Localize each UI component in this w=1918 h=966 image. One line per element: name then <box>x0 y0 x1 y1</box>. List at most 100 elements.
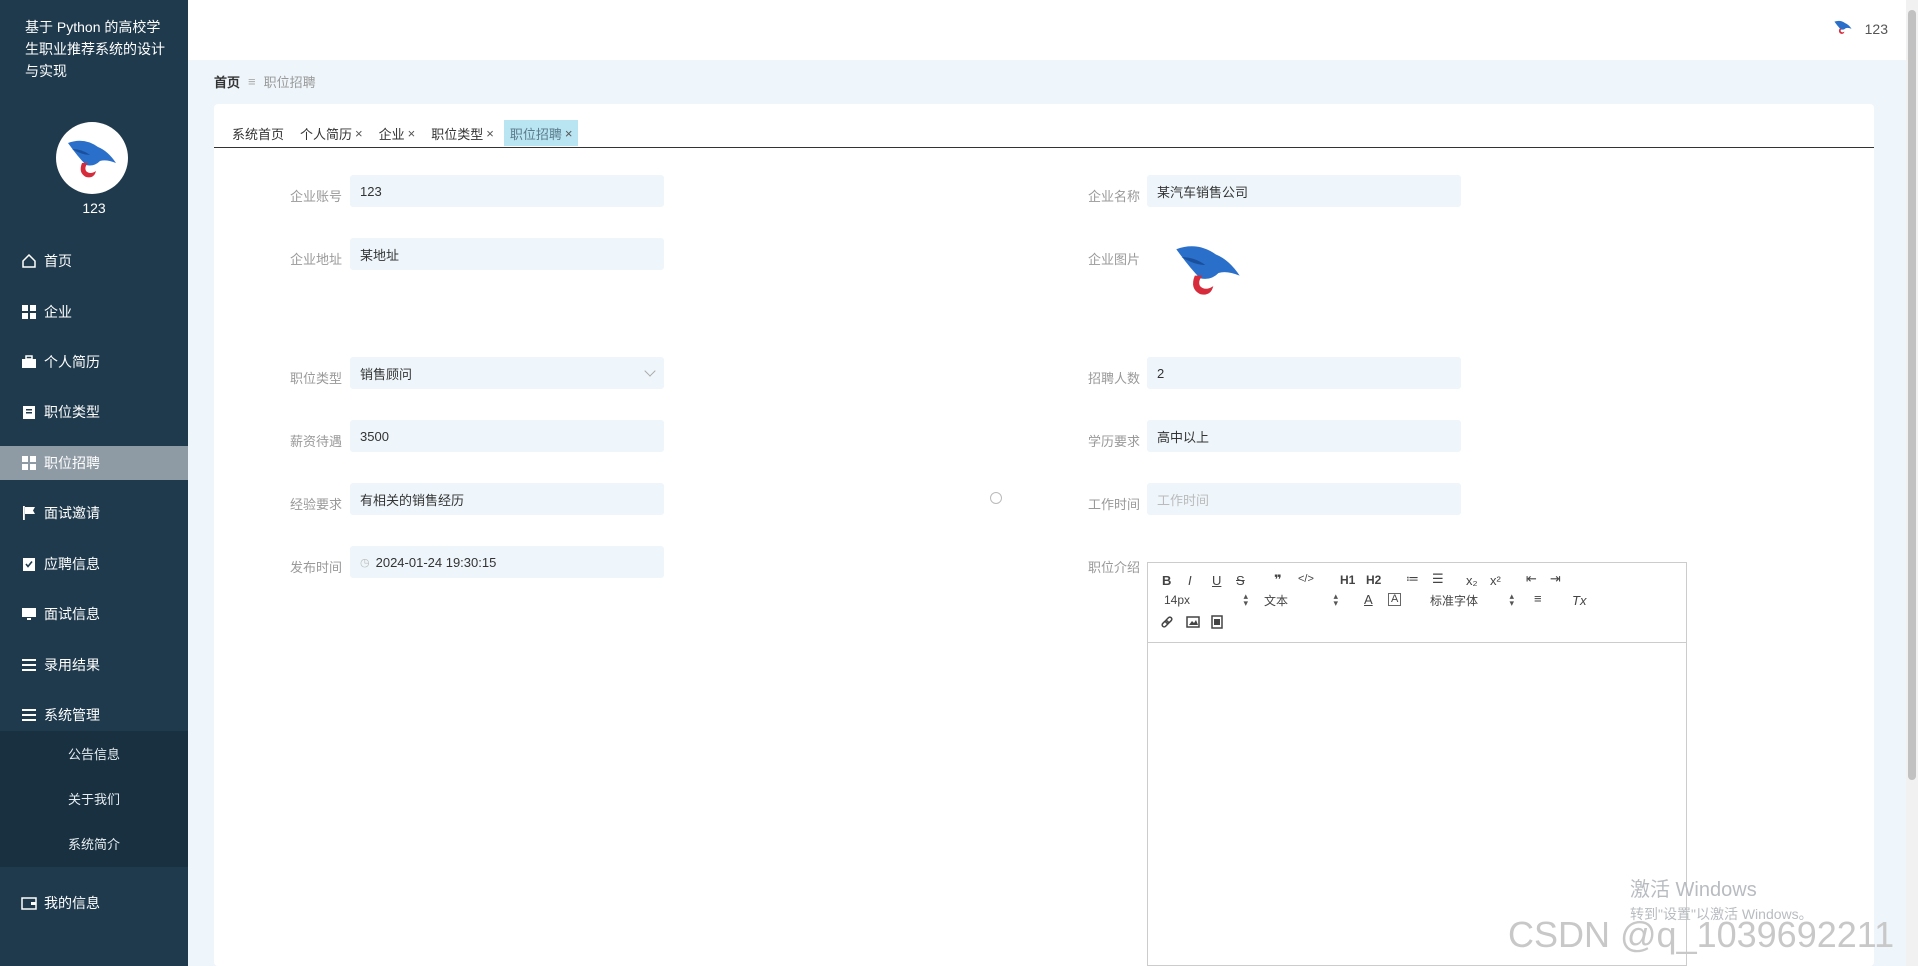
font-color-icon[interactable]: A <box>1364 592 1373 607</box>
company-name-label: 企业名称 <box>1087 189 1140 204</box>
sidebar-item-label: 面试信息 <box>44 606 100 622</box>
quote-button[interactable]: ❞ <box>1274 572 1282 588</box>
breadcrumb: 首页 ≡ 职位招聘 <box>214 72 316 91</box>
chevron-down-icon <box>644 365 656 377</box>
job-intro-editor[interactable]: B I U S ❞ </> H1 H2 ≔ ☰ x₂ x² ⇤ ⇥ 14px ▴… <box>1147 562 1687 966</box>
ordered-list-button[interactable]: ≔ <box>1406 571 1419 587</box>
header-user[interactable]: 123 <box>1833 18 1888 39</box>
page-scrollbar[interactable] <box>1906 0 1918 966</box>
video-icon[interactable] <box>1210 615 1224 634</box>
close-icon[interactable]: × <box>408 126 416 141</box>
eagle-logo-icon <box>1833 18 1853 39</box>
tab-company[interactable]: 企业 × <box>373 120 422 146</box>
font-family-select[interactable]: 标准字体 ▴ ▾ <box>1430 591 1514 608</box>
sidebar-item-my-info[interactable]: 我的信息 <box>0 886 188 920</box>
sidebar-item-job-type[interactable]: 职位类型 <box>0 395 188 429</box>
underline-button[interactable]: U <box>1212 573 1221 588</box>
subscript-button[interactable]: x₂ <box>1466 573 1478 588</box>
tab-label: 职位类型 <box>431 126 484 142</box>
list-icon <box>20 656 38 674</box>
close-icon[interactable]: × <box>565 126 573 141</box>
home-icon <box>20 252 38 270</box>
bg-color-icon[interactable]: A <box>1388 593 1402 606</box>
outdent-button[interactable]: ⇤ <box>1526 571 1537 587</box>
sub-item-about[interactable]: 关于我们 <box>0 780 188 816</box>
sidebar-item-label: 企业 <box>44 304 72 320</box>
tab-home[interactable]: 系统首页 <box>226 120 290 146</box>
sidebar-item-home[interactable]: 首页 <box>0 244 188 278</box>
h2-button[interactable]: H2 <box>1366 573 1381 587</box>
experience-label: 经验要求 <box>289 497 342 512</box>
tab-resume[interactable]: 个人简历 × <box>294 120 369 146</box>
indent-button[interactable]: ⇥ <box>1550 571 1561 587</box>
company-account-field[interactable]: 123 <box>350 175 664 207</box>
link-icon[interactable] <box>1160 615 1174 634</box>
salary-field[interactable]: 3500 <box>350 420 664 452</box>
sidebar-item-label: 个人简历 <box>44 354 100 370</box>
sidebar-item-label: 我的信息 <box>44 895 100 911</box>
close-icon[interactable]: × <box>486 126 494 141</box>
breadcrumb-separator-icon: ≡ <box>248 74 256 89</box>
work-time-label: 工作时间 <box>1087 497 1140 512</box>
sidebar-item-company[interactable]: 企业 <box>0 295 188 329</box>
image-icon[interactable] <box>1186 615 1200 634</box>
grid-icon <box>20 454 38 472</box>
sidebar-item-hire-result[interactable]: 录用结果 <box>0 648 188 682</box>
publish-time-field[interactable]: ◷ 2024-01-24 19:30:15 <box>350 546 664 578</box>
job-intro-label: 职位介绍 <box>1087 560 1140 575</box>
tab-label: 职位招聘 <box>509 126 562 142</box>
superscript-button[interactable]: x² <box>1490 573 1501 588</box>
company-address-field[interactable]: 某地址 <box>350 238 664 270</box>
wallet-icon <box>20 894 38 912</box>
tab-job-type[interactable]: 职位类型 × <box>425 120 500 146</box>
sidebar-item-resume[interactable]: 个人简历 <box>0 345 188 379</box>
sidebar-item-label: 录用结果 <box>44 657 100 673</box>
company-account-label: 企业账号 <box>289 189 342 204</box>
bold-button[interactable]: B <box>1162 573 1171 588</box>
clear-format-button[interactable]: Tx <box>1572 593 1586 608</box>
sidebar-item-interview-info[interactable]: 面试信息 <box>0 597 188 631</box>
grid-icon <box>20 303 38 321</box>
list-icon <box>20 706 38 724</box>
sidebar: 基于 Python 的高校学生职业推荐系统的设计与实现 123 首页 企业 个人… <box>0 0 188 966</box>
job-type-select[interactable]: 销售顾问 <box>350 357 664 389</box>
work-time-field[interactable]: 工作时间 <box>1147 483 1461 515</box>
header-username: 123 <box>1864 20 1888 37</box>
tab-label: 个人简历 <box>300 126 353 142</box>
code-button[interactable]: </> <box>1298 573 1314 585</box>
company-name-field[interactable]: 某汽车销售公司 <box>1147 175 1461 207</box>
publish-time-label: 发布时间 <box>289 560 342 575</box>
education-field[interactable]: 高中以上 <box>1147 420 1461 452</box>
font-size-select[interactable]: 14px ▴ ▾ <box>1164 592 1248 608</box>
tab-job-recruit[interactable]: 职位招聘 × <box>503 120 579 146</box>
text-style-select[interactable]: 文本 ▴ ▾ <box>1264 592 1338 608</box>
sidebar-item-system[interactable]: 系统管理 <box>0 698 188 732</box>
updown-icon: ▴ ▾ <box>1509 591 1514 608</box>
salary-label: 薪资待遇 <box>289 434 342 449</box>
user-avatar[interactable] <box>56 122 128 194</box>
sub-item-notice[interactable]: 公告信息 <box>0 735 188 771</box>
close-icon[interactable]: × <box>355 126 363 141</box>
briefcase-icon <box>20 353 38 371</box>
sidebar-item-label: 系统管理 <box>44 707 100 723</box>
flag-icon <box>20 504 38 522</box>
italic-button[interactable]: I <box>1188 573 1192 588</box>
sidebar-item-job-recruit[interactable]: 职位招聘 <box>0 446 188 480</box>
sub-item-intro[interactable]: 系统简介 <box>0 825 188 861</box>
sidebar-item-label: 首页 <box>44 253 72 269</box>
sidebar-item-interview-invite[interactable]: 面试邀请 <box>0 496 188 530</box>
scrollbar-thumb[interactable] <box>1908 10 1916 780</box>
strike-button[interactable]: S <box>1236 573 1245 588</box>
experience-field[interactable]: 有相关的销售经历 <box>350 483 664 515</box>
tab-label: 系统首页 <box>232 126 285 142</box>
align-icon[interactable]: ≡ <box>1534 591 1542 606</box>
system-sub-menu: 公告信息 关于我们 系统简介 <box>0 731 188 867</box>
headcount-field[interactable]: 2 <box>1147 357 1461 389</box>
watermark-line1: 激活 Windows <box>1630 879 1757 901</box>
sidebar-item-application[interactable]: 应聘信息 <box>0 547 188 581</box>
clock-icon: ◷ <box>360 556 370 569</box>
company-image[interactable] <box>1168 236 1248 307</box>
h1-button[interactable]: H1 <box>1340 573 1355 587</box>
bullet-list-button[interactable]: ☰ <box>1432 571 1444 587</box>
breadcrumb-home[interactable]: 首页 <box>214 72 240 91</box>
